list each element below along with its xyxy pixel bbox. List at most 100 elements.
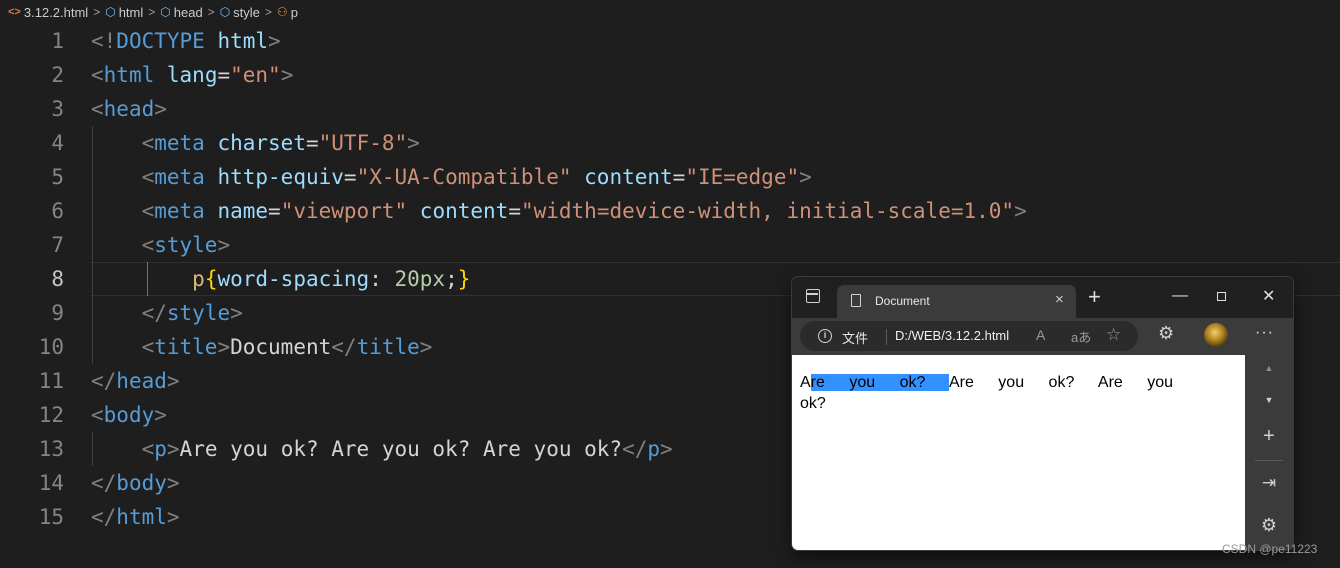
code-token: </ — [331, 335, 357, 359]
code-line[interactable]: 2 <html lang="en"> — [0, 58, 1340, 92]
code-token: Document — [230, 335, 332, 359]
code-token: body — [103, 403, 155, 427]
exit-sidebar-icon[interactable]: ⇥ — [1245, 473, 1293, 493]
code-token: > — [660, 437, 673, 461]
code-token: "IE=edge" — [685, 165, 800, 189]
code-token: content — [584, 165, 673, 189]
browser-sidebar: ▲ ▼ + ⇥ ⚙ — [1245, 355, 1293, 550]
code-token: p — [154, 437, 167, 461]
code-token: </ — [622, 437, 648, 461]
address-bar[interactable]: i 文件 D:/WEB/3.12.2.html A aあ ☆ — [800, 321, 1138, 351]
breadcrumb-file[interactable]: <> 3.12.2.html — [8, 5, 88, 20]
line-number: 2 — [51, 63, 64, 87]
code-token: "viewport" — [280, 199, 408, 223]
code-text: <meta name="viewport" content="width=dev… — [91, 194, 1027, 228]
code-token: "X-UA-Compatible" — [356, 165, 572, 189]
code-token: > — [217, 335, 231, 359]
code-line[interactable]: 6 <meta name="viewport" content="width=d… — [0, 194, 1340, 228]
code-token: : — [369, 267, 395, 291]
address-divider — [886, 329, 887, 345]
extensions-icon[interactable]: ⚙ — [1158, 323, 1174, 344]
breadcrumb: <> 3.12.2.html > ⬡ html > ⬡ head > ⬡ sty… — [0, 0, 1340, 24]
tab-actions-icon[interactable] — [806, 289, 820, 303]
code-line[interactable]: 4 <meta charset="UTF-8"> — [0, 126, 1340, 160]
code-token: content — [419, 199, 509, 223]
code-token: > — [154, 97, 167, 121]
code-token: > — [166, 471, 180, 495]
code-token: > — [407, 131, 420, 155]
code-token: < — [141, 233, 155, 257]
code-token: < — [91, 97, 104, 121]
breadcrumb-item-label: head — [173, 4, 203, 20]
code-token: "en" — [230, 63, 281, 87]
code-text: </body> — [91, 466, 180, 500]
code-token: html — [116, 505, 167, 529]
scroll-up-icon[interactable]: ▲ — [1245, 363, 1293, 373]
code-line[interactable]: 1 <!DOCTYPE html> — [0, 24, 1340, 58]
profile-avatar[interactable] — [1204, 323, 1228, 347]
settings-icon[interactable]: ⚙ — [1245, 515, 1293, 536]
element-icon: ⬡ — [105, 5, 116, 19]
favorite-icon[interactable]: ☆ — [1106, 325, 1121, 345]
maximize-icon[interactable] — [1217, 292, 1226, 301]
code-token: Are you ok? Are you ok? Are you ok? — [179, 437, 623, 461]
tab-bar: Document × + — ✕ — [792, 277, 1293, 318]
code-token: style — [154, 233, 218, 257]
code-token: name — [217, 199, 269, 223]
html-file-icon: <> — [8, 6, 21, 18]
code-text: p{word-spacing: 20px;} — [91, 262, 470, 296]
breadcrumb-item-p[interactable]: ⚇ p — [277, 5, 298, 20]
breadcrumb-separator: > — [93, 5, 101, 19]
code-token: html — [217, 29, 269, 53]
minimize-icon[interactable]: — — [1172, 287, 1188, 305]
tab-document[interactable]: Document × — [837, 285, 1076, 318]
breadcrumb-item-html[interactable]: ⬡ html — [105, 5, 143, 20]
scroll-down-icon[interactable]: ▼ — [1245, 395, 1293, 405]
breadcrumb-separator: > — [207, 5, 215, 19]
code-text: <!DOCTYPE html> — [91, 24, 281, 58]
info-icon[interactable]: i — [818, 329, 832, 343]
new-tab-icon[interactable]: + — [1088, 286, 1101, 308]
read-aloud-icon[interactable]: A — [1036, 327, 1045, 343]
code-token: meta — [154, 131, 205, 155]
code-line[interactable]: 5 <meta http-equiv="X-UA-Compatible" con… — [0, 160, 1340, 194]
code-token: > — [166, 369, 180, 393]
more-icon[interactable]: ··· — [1255, 324, 1274, 342]
browser-toolbar: i 文件 D:/WEB/3.12.2.html A aあ ☆ ⚙ ··· — [792, 318, 1293, 355]
code-line[interactable]: 3 <head> — [0, 92, 1340, 126]
breadcrumb-item-style[interactable]: ⬡ style — [220, 5, 260, 20]
breadcrumb-item-head[interactable]: ⬡ head — [160, 5, 202, 20]
close-window-icon[interactable]: ✕ — [1262, 286, 1275, 306]
line-number: 1 — [51, 29, 64, 53]
code-token: > — [268, 29, 281, 53]
code-token: = — [305, 131, 319, 155]
breadcrumb-separator: > — [264, 5, 272, 19]
code-text: <title>Document</title> — [91, 330, 433, 364]
paragraph-text: A — [800, 374, 811, 391]
code-line[interactable]: 7 <style> — [0, 228, 1340, 262]
add-icon[interactable]: + — [1245, 425, 1293, 448]
code-token: title — [356, 335, 420, 359]
close-tab-icon[interactable]: × — [1055, 291, 1064, 308]
line-number: 13 — [38, 437, 64, 461]
breadcrumb-separator: > — [148, 5, 156, 19]
address-url[interactable]: D:/WEB/3.12.2.html — [895, 328, 1009, 343]
sidebar-divider — [1255, 460, 1283, 461]
translate-icon[interactable]: aあ — [1071, 327, 1091, 346]
code-text: <p > Are you ok? Are you ok? Are you ok?</… — [91, 432, 673, 466]
element-icon: ⬡ — [219, 5, 231, 19]
code-token: < — [141, 437, 155, 461]
code-token: { — [204, 267, 218, 291]
code-token: body — [116, 471, 167, 495]
line-number: 9 — [51, 301, 64, 325]
code-token: > — [1014, 199, 1027, 223]
code-token: > — [230, 301, 243, 325]
code-token: < — [91, 63, 104, 87]
code-token: p — [192, 267, 205, 291]
